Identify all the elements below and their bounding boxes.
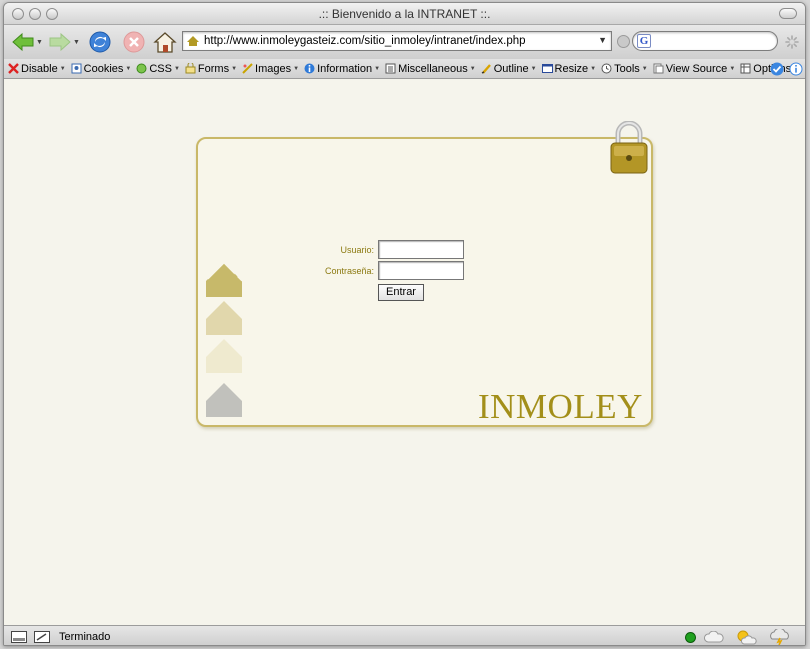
dev-menu-label: CSS	[149, 62, 172, 75]
stop-button[interactable]	[121, 30, 147, 54]
site-favicon-icon	[187, 36, 199, 46]
dev-menu-css[interactable]: CSS ▼	[136, 63, 180, 75]
help-info-icon[interactable]	[789, 62, 803, 76]
dev-menu-label: Forms	[197, 62, 230, 75]
password-label: Contraseña:	[324, 265, 374, 276]
dev-menu-disable[interactable]: Disable ▼	[8, 63, 66, 75]
forward-arrow-icon	[49, 32, 71, 52]
padlock-icon	[610, 121, 648, 174]
reload-button[interactable]	[87, 30, 113, 54]
weather-storm-icon[interactable]	[768, 629, 792, 645]
information-icon	[304, 63, 315, 74]
dev-menu-label: Cookies	[83, 62, 124, 75]
dev-menu-label: Miscellaneous	[398, 62, 468, 75]
edit-page-icon[interactable]	[34, 631, 50, 643]
back-button[interactable]: ▼	[10, 30, 44, 54]
address-text: http://www.inmoleygasteiz.com/sitio_inmo…	[204, 35, 526, 47]
forward-dropdown-icon[interactable]: ▼	[73, 39, 80, 46]
dev-menu-cookies[interactable]: Cookies ▼	[71, 62, 131, 75]
cloud-icon[interactable]	[704, 631, 724, 643]
cookies-icon	[71, 63, 82, 74]
css-icon	[136, 63, 147, 74]
browser-window: .:: Bienvenido a la INTRANET ::. ▼ ▼ htt…	[3, 2, 806, 646]
online-status-icon	[685, 632, 696, 643]
home-icon	[153, 32, 177, 53]
dev-menu-label: Tools	[614, 62, 640, 75]
dev-menu-tools[interactable]: Tools ▼	[601, 63, 648, 75]
status-bar: Terminado	[4, 625, 805, 645]
password-input[interactable]	[378, 261, 464, 280]
miscellaneous-icon	[385, 63, 396, 74]
google-engine-icon[interactable]: G	[637, 34, 651, 48]
forms-icon	[185, 63, 196, 74]
username-input[interactable]	[378, 240, 464, 259]
forward-button[interactable]: ▼	[48, 30, 80, 54]
web-developer-toolbar: Disable ▼ Cookies ▼ CSS ▼ Forms ▼ Images ▼ In…	[4, 59, 805, 79]
dev-menu-view-source[interactable]: View Source ▼	[653, 62, 735, 75]
username-label: Usuario:	[340, 244, 374, 255]
submit-button[interactable]: Entrar	[378, 284, 424, 301]
password-row: Contraseña:	[304, 261, 464, 280]
activity-throbber-icon	[785, 35, 799, 49]
tools-icon	[601, 63, 612, 74]
dev-menu-label: Outline	[493, 62, 529, 75]
brand-logo-text: INMOLEY	[478, 387, 643, 426]
validation-check-icon[interactable]	[770, 62, 784, 76]
weather-sun-icon[interactable]	[735, 629, 757, 645]
dev-menu-label: View Source	[665, 62, 728, 75]
dev-menu-label: Disable	[21, 62, 58, 75]
dev-menu-images[interactable]: Images ▼	[242, 63, 299, 75]
dev-menu-outline[interactable]: Outline ▼	[481, 63, 537, 75]
screen-icon[interactable]	[11, 631, 27, 643]
address-bar[interactable]: http://www.inmoleygasteiz.com/sitio_inmo…	[182, 31, 612, 51]
reload-icon	[89, 31, 111, 53]
dev-menu-label: Images	[255, 62, 292, 75]
home-button[interactable]	[152, 30, 178, 54]
login-panel	[196, 137, 653, 427]
back-dropdown-icon[interactable]: ▼	[36, 39, 43, 46]
house-logos-decoration	[206, 262, 243, 417]
title-bar: .:: Bienvenido a la INTRANET ::.	[4, 3, 805, 25]
window-title: .:: Bienvenido a la INTRANET ::.	[318, 7, 491, 21]
toolbar-toggle-button[interactable]	[779, 8, 797, 19]
resize-icon	[541, 64, 553, 73]
page-content: Usuario: Contraseña: Entrar INMOLEY	[4, 80, 805, 625]
dev-menu-label: Resize	[554, 62, 589, 75]
go-button[interactable]	[617, 35, 630, 48]
dev-menu-forms[interactable]: Forms ▼	[185, 63, 237, 75]
navigation-toolbar: ▼ ▼ http://www.inmoleygasteiz.com/sitio_…	[4, 25, 805, 59]
disable-icon	[8, 63, 19, 74]
dev-menu-label: Information	[317, 62, 373, 75]
outline-icon	[481, 64, 491, 74]
back-arrow-icon	[12, 32, 34, 52]
dev-menu-resize[interactable]: Resize ▼	[541, 62, 596, 75]
search-box[interactable]: G	[632, 31, 778, 51]
dev-menu-information[interactable]: Information ▼	[304, 63, 380, 75]
view-source-icon	[653, 63, 664, 74]
username-row: Usuario:	[304, 240, 464, 259]
stop-icon	[123, 31, 145, 53]
status-text: Terminado	[59, 631, 111, 643]
history-dropdown-icon[interactable]: ▼	[598, 35, 607, 45]
options-icon	[740, 63, 751, 74]
images-icon	[242, 63, 253, 74]
dev-menu-miscellaneous[interactable]: Miscellaneous ▼	[385, 63, 476, 75]
